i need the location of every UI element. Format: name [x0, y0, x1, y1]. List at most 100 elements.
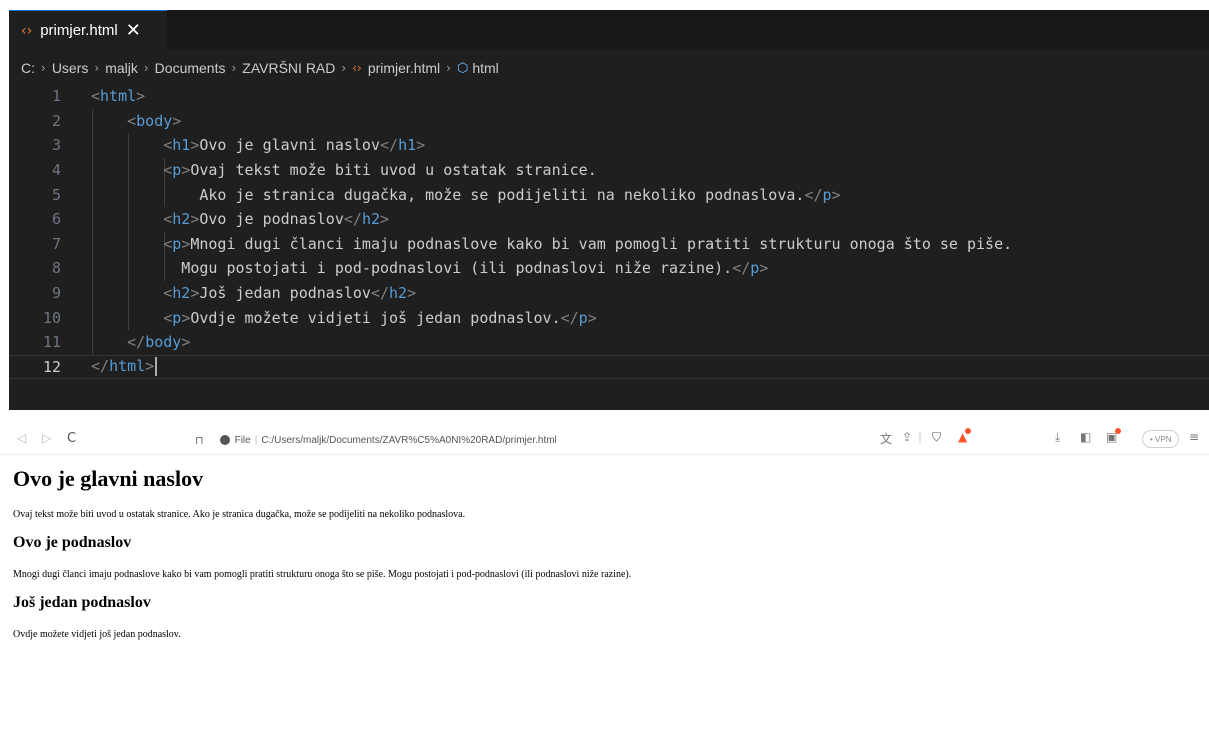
bookmark-icon[interactable]: ⊓	[195, 434, 204, 447]
breadcrumb-item-symbol[interactable]: html	[472, 60, 498, 76]
breadcrumb-item-user[interactable]: maljk	[105, 60, 138, 76]
chevron-right-icon: ›	[143, 61, 149, 75]
breadcrumb: C: › Users › maljk › Documents › ZAVRŠNI…	[9, 57, 1209, 79]
back-icon[interactable]: ◁	[17, 431, 26, 445]
tag-bracket: </	[343, 210, 362, 229]
page-subheading-2: Još jedan podnaslov	[13, 594, 151, 611]
tag-bracket: >	[181, 234, 191, 253]
code-line[interactable]: 4 <p>Ovaj tekst može biti uvod u ostatak…	[9, 157, 1209, 183]
line-number: 11	[42, 333, 61, 352]
sidebar-icon[interactable]: ◧	[1080, 430, 1091, 444]
vpn-button[interactable]: • VPN	[1142, 430, 1180, 448]
tag-bracket: </	[804, 185, 823, 204]
code-text: <body>	[91, 112, 181, 130]
tag-bracket: >	[181, 161, 191, 180]
code-line[interactable]: 11 </body>	[9, 329, 1209, 355]
code-text: </html>	[91, 357, 158, 377]
code-text: Ako je stranica dugačka, može se podijel…	[91, 185, 841, 204]
share-icon[interactable]: ⇪	[902, 430, 912, 444]
tag-bracket: </	[560, 308, 579, 327]
breadcrumb-item-folder[interactable]: ZAVRŠNI RAD	[242, 60, 335, 76]
tag-name: p	[172, 161, 182, 180]
code-text: </body>	[91, 333, 190, 351]
tag-name: p	[822, 185, 832, 204]
chevron-right-icon: ›	[41, 61, 46, 75]
download-icon[interactable]: ⤓	[1055, 430, 1060, 445]
tag-bracket: </	[127, 333, 146, 352]
code-line[interactable]: 10 <p>Ovdje možete vidjeti još jedan pod…	[9, 305, 1209, 330]
code-token: Ako je stranica dugačka, može se podijel…	[91, 185, 805, 204]
code-line[interactable]: 5 Ako je stranica dugačka, može se podij…	[9, 182, 1209, 207]
breadcrumb-item-drive[interactable]: C:	[21, 60, 35, 76]
page-paragraph-3: Ovdje možete vidjeti još jedan podnaslov…	[13, 629, 181, 640]
code-token: Mogu postojati i pod-podnaslovi (ili pod…	[91, 259, 733, 278]
line-number: 8	[51, 259, 61, 278]
breadcrumb-item-users[interactable]: Users	[52, 60, 89, 76]
translate-icon[interactable]: 文	[880, 430, 892, 447]
code-line[interactable]: 6 <h2>Ovo je podnaslov</h2>	[9, 206, 1209, 232]
brave-rewards-icon[interactable]: ▲	[958, 428, 972, 444]
breadcrumb-item-file[interactable]: primjer.html	[368, 60, 440, 76]
code-line[interactable]: 12 </html>	[9, 354, 1209, 380]
code-line[interactable]: 7 <p>Mnogi dugi članci imaju podnaslove …	[9, 231, 1209, 257]
tag-bracket: >	[831, 185, 841, 204]
wallet-icon[interactable]: ▣	[1106, 428, 1122, 444]
tag-bracket: >	[181, 333, 191, 352]
line-number: 9	[51, 284, 61, 303]
code-line[interactable]: 3 <h1>Ovo je glavni naslov</h1>	[9, 133, 1209, 158]
brave-shields-icon[interactable]: ⛉	[932, 430, 941, 445]
code-line[interactable]: 2 <body>	[9, 108, 1209, 134]
tag-bracket: >	[407, 284, 417, 303]
tag-name: p	[172, 308, 182, 327]
tag-bracket: <	[127, 111, 137, 130]
forward-icon[interactable]: ▷	[42, 431, 51, 445]
tab-primjer-html[interactable]: ‹› primjer.html ✕	[9, 10, 167, 50]
tag-name: body	[145, 333, 182, 352]
page-paragraph-1: Ovaj tekst može biti uvod u ostatak stra…	[13, 509, 466, 520]
chevron-right-icon: ›	[231, 61, 237, 75]
code-text: <p>Ovaj tekst može biti uvod u ostatak s…	[91, 161, 597, 180]
text-cursor	[155, 357, 158, 377]
reload-icon[interactable]: C	[67, 431, 76, 446]
code-line[interactable]: 8 Mogu postojati i pod-podnaslovi (ili p…	[9, 256, 1209, 281]
tag-bracket: >	[380, 210, 390, 229]
notification-badge	[1115, 428, 1122, 434]
toolbar-divider: |	[918, 430, 923, 444]
tag-bracket: <	[163, 136, 173, 155]
tag-name: body	[136, 111, 173, 130]
tag-bracket: <	[163, 234, 173, 253]
line-number: 6	[51, 210, 61, 229]
code-token: Ovaj tekst može biti uvod u ostatak stra…	[190, 161, 597, 180]
code-line[interactable]: 9 <h2>Još jedan podnaslov</h2>	[9, 280, 1209, 306]
tag-name: h1	[172, 136, 191, 155]
address-scheme: File	[234, 434, 251, 446]
element-symbol-icon: ⬡	[456, 60, 469, 76]
code-text: <h2>Još jedan podnaslov</h2>	[91, 284, 416, 302]
editor-tab-bar: ‹› primjer.html ✕	[9, 10, 1209, 50]
code-text: <html>	[91, 87, 145, 105]
code-line[interactable]: 1 <html>	[9, 84, 1209, 109]
tag-bracket: >	[181, 308, 191, 327]
tag-bracket: >	[145, 357, 155, 376]
tag-bracket: </	[370, 284, 390, 303]
address-bar[interactable]: ⊓ File | C:/Users/maljk/Documents/ZAVR%C…	[195, 429, 985, 451]
tab-label: primjer.html	[40, 22, 118, 39]
code-text: <h1>Ovo je glavni naslov</h1>	[91, 136, 425, 154]
code-text: Mogu postojati i pod-podnaslovi (ili pod…	[91, 259, 768, 277]
tag-bracket: </	[380, 136, 399, 155]
tag-bracket: </	[91, 357, 110, 376]
tag-bracket: <	[163, 210, 173, 229]
address-url[interactable]: C:/Users/maljk/Documents/ZAVR%C5%A0NI%20…	[261, 435, 556, 446]
tag-name: h1	[398, 136, 417, 155]
breadcrumb-item-documents[interactable]: Documents	[155, 60, 226, 76]
code-area[interactable]: 1 <html> 2 <body> 3 <h1>Ovo je glavni naslo…	[9, 84, 1209, 380]
menu-icon[interactable]: ≡	[1189, 430, 1199, 444]
code-text: <p>Ovdje možete vidjeti još jedan podnas…	[91, 308, 596, 327]
info-icon[interactable]	[219, 435, 230, 445]
code-token: Mnogi dugi članci imaju podnaslove kako …	[190, 234, 1013, 253]
tag-bracket: <	[91, 87, 101, 106]
close-icon[interactable]: ✕	[126, 20, 141, 41]
